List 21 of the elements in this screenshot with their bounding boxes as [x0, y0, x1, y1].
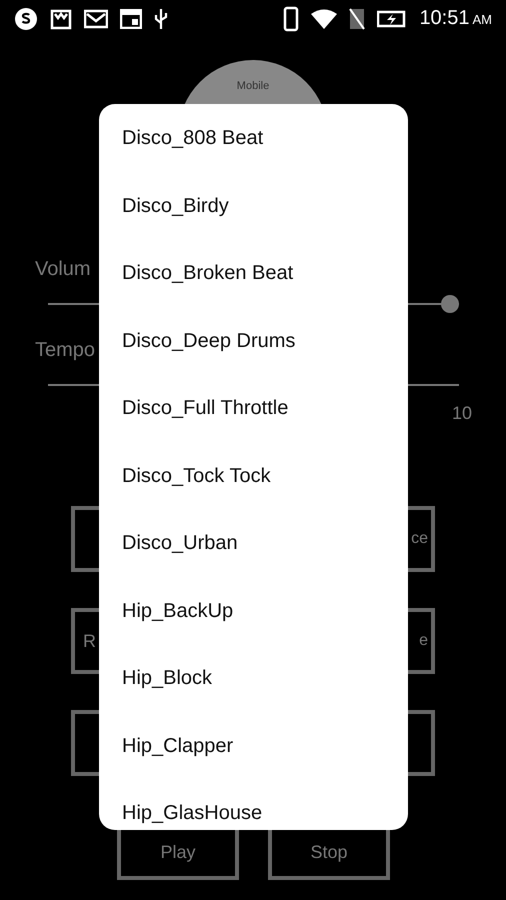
clock: 10:51 AM	[419, 7, 492, 30]
menu-item[interactable]: Disco_Urban	[99, 510, 408, 578]
slider-value: 10	[452, 403, 472, 423]
no-sim-icon	[349, 8, 366, 30]
menu-item[interactable]: Hip_BackUp	[99, 578, 408, 645]
battery-charging-icon	[377, 10, 408, 28]
phone-icon	[283, 6, 300, 32]
slider-label: Tempo	[35, 339, 96, 362]
menu-item[interactable]: Hip_Clapper	[99, 712, 408, 780]
menu-item[interactable]: Disco_Full Throttle	[99, 375, 408, 442]
skype-icon	[14, 6, 38, 30]
usb-icon	[154, 6, 168, 30]
slider-label: Volum	[35, 258, 91, 281]
wifi-icon	[311, 8, 338, 28]
menu-item[interactable]: Disco_Broken Beat	[99, 240, 408, 308]
menu-item[interactable]: Hip_Block	[99, 645, 408, 712]
menu-item[interactable]: Disco_Tock Tock	[99, 442, 408, 510]
slider-thumb[interactable]	[441, 295, 459, 313]
mail-icon	[84, 8, 108, 28]
menu-item[interactable]: Disco_Deep Drums	[99, 308, 408, 375]
window-icon	[120, 8, 142, 28]
